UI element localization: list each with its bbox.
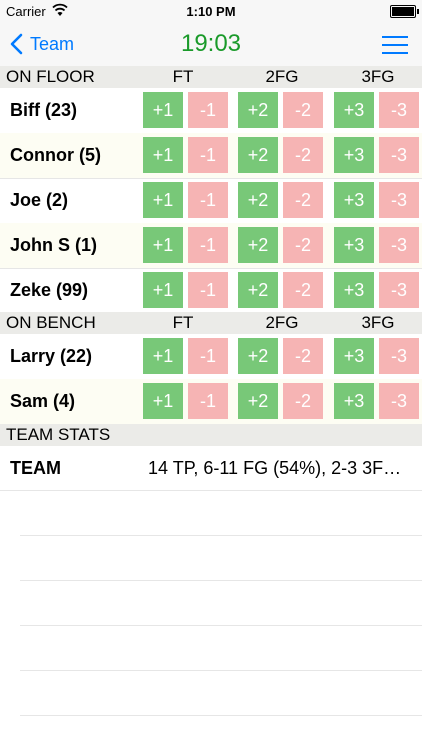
fg3-minus-button[interactable]: -3 [379, 383, 419, 419]
empty-row-separator [20, 670, 422, 671]
section-title: ON BENCH [6, 313, 96, 332]
on-bench-header: ON BENCH FT 2FG 3FG [0, 312, 422, 334]
menu-icon[interactable] [382, 30, 408, 58]
fg3-plus-button[interactable]: +3 [334, 182, 374, 218]
player-name: Larry (22) [10, 346, 93, 366]
clock-time: 1:10 PM [186, 4, 236, 19]
fg3-plus-button[interactable]: +3 [334, 383, 374, 419]
column-ft: FT [172, 313, 194, 332]
column-3fg: 3FG [361, 313, 395, 332]
fg2-minus-button[interactable]: -2 [283, 92, 323, 128]
fg2-plus-button[interactable]: +2 [238, 272, 278, 308]
ft-plus-button[interactable]: +1 [143, 182, 183, 218]
fg3-minus-button[interactable]: -3 [379, 137, 419, 173]
fg2-minus-button[interactable]: -2 [283, 182, 323, 218]
player-name: John S (1) [10, 235, 98, 255]
player-row: Larry (22) +1 -1 +2 -2 +3 -3 [0, 334, 422, 380]
fg3-minus-button[interactable]: -3 [379, 272, 419, 308]
fg3-plus-button[interactable]: +3 [334, 92, 374, 128]
column-2fg: 2FG [265, 313, 299, 332]
player-name: Sam (4) [10, 391, 76, 411]
ft-plus-button[interactable]: +1 [143, 137, 183, 173]
fg2-plus-button[interactable]: +2 [238, 338, 278, 374]
fg2-minus-button[interactable]: -2 [283, 137, 323, 173]
ft-plus-button[interactable]: +1 [143, 92, 183, 128]
team-label: TEAM [10, 458, 61, 478]
fg3-minus-button[interactable]: -3 [379, 227, 419, 263]
fg2-minus-button[interactable]: -2 [283, 338, 323, 374]
fg2-plus-button[interactable]: +2 [238, 137, 278, 173]
player-row: Sam (4) +1 -1 +2 -2 +3 -3 [0, 379, 422, 425]
fg3-plus-button[interactable]: +3 [334, 272, 374, 308]
ft-plus-button[interactable]: +1 [143, 272, 183, 308]
ft-minus-button[interactable]: -1 [188, 92, 228, 128]
ft-minus-button[interactable]: -1 [188, 338, 228, 374]
battery-icon [390, 5, 419, 18]
player-row: Zeke (99) +1 -1 +2 -2 +3 -3 [0, 268, 422, 314]
section-title: ON FLOOR [6, 67, 95, 86]
fg2-minus-button[interactable]: -2 [283, 227, 323, 263]
player-row: Connor (5) +1 -1 +2 -2 +3 -3 [0, 133, 422, 179]
fg3-minus-button[interactable]: -3 [379, 338, 419, 374]
fg2-plus-button[interactable]: +2 [238, 383, 278, 419]
player-name: Joe (2) [10, 190, 69, 210]
ft-plus-button[interactable]: +1 [143, 227, 183, 263]
ft-minus-button[interactable]: -1 [188, 383, 228, 419]
empty-row-separator [20, 535, 422, 536]
fg2-plus-button[interactable]: +2 [238, 182, 278, 218]
player-row: John S (1) +1 -1 +2 -2 +3 -3 [0, 223, 422, 269]
empty-row-separator [20, 580, 422, 581]
status-bar: Carrier 1:10 PM [0, 0, 422, 22]
fg3-plus-button[interactable]: +3 [334, 338, 374, 374]
ft-minus-button[interactable]: -1 [188, 182, 228, 218]
fg3-plus-button[interactable]: +3 [334, 137, 374, 173]
fg2-minus-button[interactable]: -2 [283, 272, 323, 308]
fg3-plus-button[interactable]: +3 [334, 227, 374, 263]
fg3-minus-button[interactable]: -3 [379, 92, 419, 128]
column-3fg: 3FG [361, 67, 395, 86]
player-name: Connor (5) [10, 145, 101, 165]
fg2-plus-button[interactable]: +2 [238, 92, 278, 128]
column-2fg: 2FG [265, 67, 299, 86]
column-ft: FT [172, 67, 194, 86]
ft-minus-button[interactable]: -1 [188, 137, 228, 173]
fg2-minus-button[interactable]: -2 [283, 383, 323, 419]
player-row: Joe (2) +1 -1 +2 -2 +3 -3 [0, 178, 422, 224]
section-title: TEAM STATS [6, 425, 111, 444]
fg3-minus-button[interactable]: -3 [379, 182, 419, 218]
ft-minus-button[interactable]: -1 [188, 227, 228, 263]
team-stats-summary: 14 TP, 6-11 FG (54%), 2-3 3FG (67%) [148, 458, 410, 478]
navigation-bar: Team 19:03 [0, 22, 422, 67]
fg2-plus-button[interactable]: +2 [238, 227, 278, 263]
player-row: Biff (23) +1 -1 +2 -2 +3 -3 [0, 88, 422, 134]
empty-row-separator [20, 715, 422, 716]
ft-minus-button[interactable]: -1 [188, 272, 228, 308]
team-stats-row[interactable]: TEAM 14 TP, 6-11 FG (54%), 2-3 3FG (67%) [0, 446, 422, 491]
team-stats-header: TEAM STATS [0, 424, 422, 446]
ft-plus-button[interactable]: +1 [143, 338, 183, 374]
game-clock[interactable]: 19:03 [0, 22, 422, 66]
player-name: Biff (23) [10, 100, 77, 120]
on-floor-header: ON FLOOR FT 2FG 3FG [0, 66, 422, 88]
empty-row-separator [20, 625, 422, 626]
ft-plus-button[interactable]: +1 [143, 383, 183, 419]
player-name: Zeke (99) [10, 280, 89, 300]
